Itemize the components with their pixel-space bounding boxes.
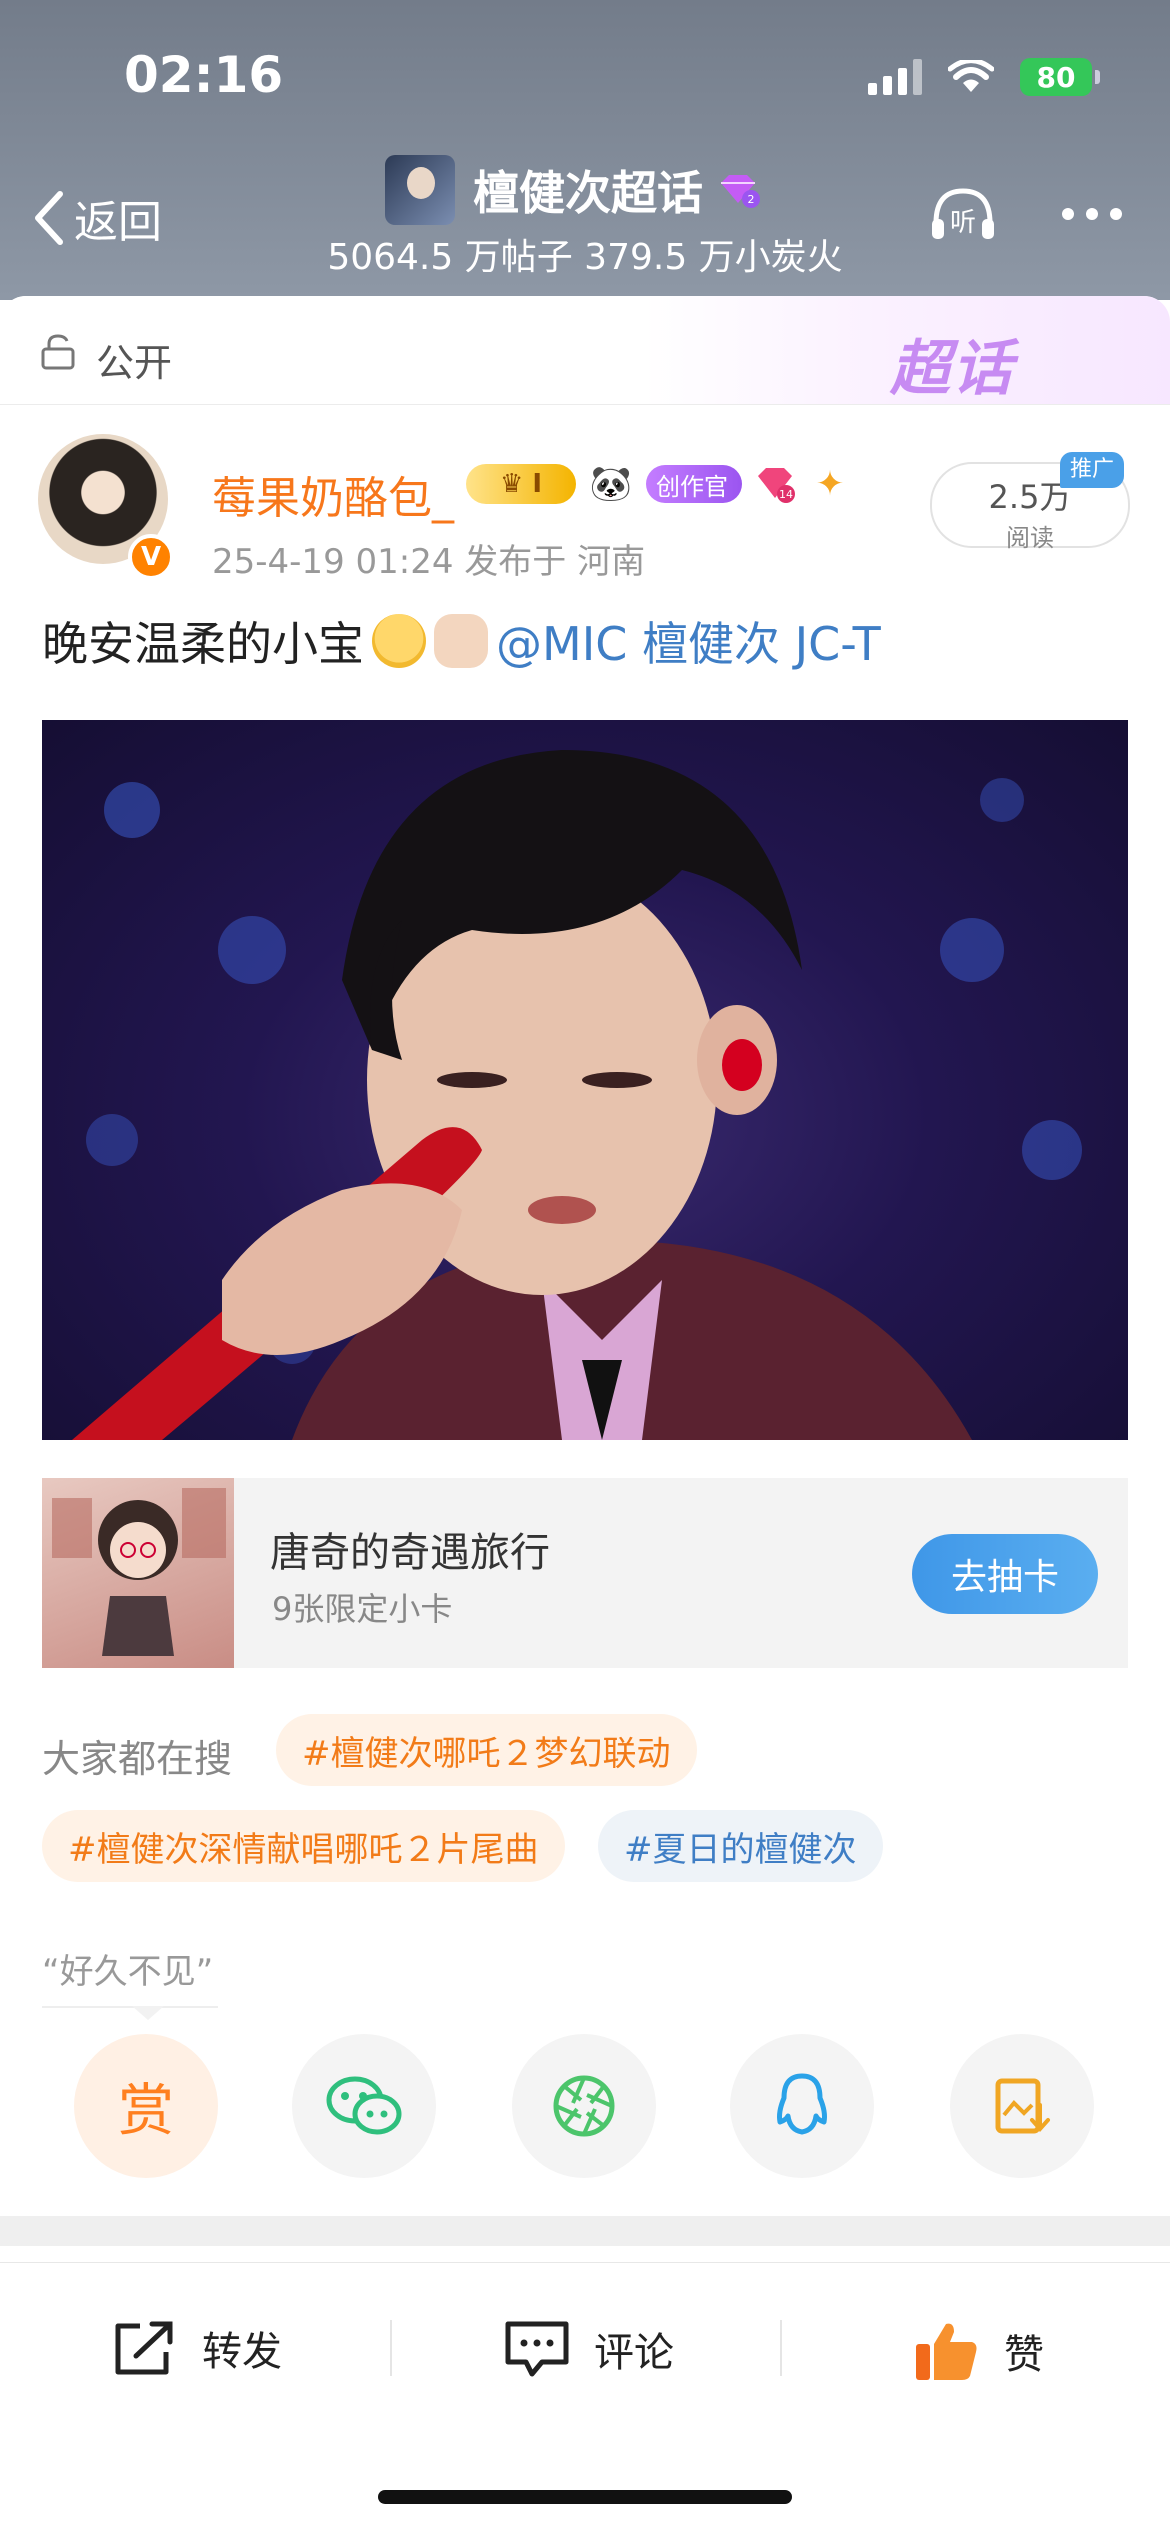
- creator-badge: 创作官: [646, 465, 742, 503]
- action-separator: [390, 2320, 392, 2376]
- search-tag[interactable]: #檀健次哪吒２梦幻联动: [276, 1714, 697, 1786]
- topic-title: 檀健次超话: [473, 166, 703, 220]
- home-indicator: [378, 2490, 792, 2504]
- topic-title-group[interactable]: 檀健次超话 2: [385, 155, 761, 225]
- like-button[interactable]: 赞: [912, 2318, 1044, 2384]
- thumbs-up-icon: [916, 2323, 977, 2380]
- quote-divider: [42, 2006, 218, 2008]
- action-separator: [780, 2320, 782, 2376]
- promo-tag: 推广: [1060, 452, 1125, 488]
- draw-card-button[interactable]: 去抽卡: [912, 1534, 1098, 1614]
- panda-icon: 🐼: [589, 464, 633, 504]
- mention-link[interactable]: @MIC 檀健次 JC-T: [496, 608, 881, 674]
- reward-quote: “好久不见”: [42, 1952, 214, 1992]
- search-tag[interactable]: #檀健次深情献唱哪吒２片尾曲: [42, 1810, 565, 1882]
- pleading-face-emoji-icon: [372, 614, 426, 668]
- share-moments-button[interactable]: [512, 2034, 656, 2178]
- battery-level: 80: [1020, 58, 1092, 96]
- read-label: 阅读: [1006, 524, 1054, 552]
- crown-member-badge: ♛ I: [466, 464, 576, 504]
- wifi-icon: [948, 60, 994, 92]
- unlock-icon: [41, 334, 75, 370]
- share-qq-button[interactable]: [730, 2034, 874, 2178]
- promo-thumbnail: [42, 1478, 234, 1668]
- more-menu-button[interactable]: [1062, 208, 1122, 220]
- creator-label: 创作官: [656, 472, 728, 501]
- reward-label: 赏: [118, 2078, 174, 2144]
- search-tag[interactable]: #夏日的檀健次: [598, 1810, 883, 1882]
- quote-pointer: [132, 2006, 164, 2020]
- aperture-moments-icon: [553, 2075, 615, 2137]
- topic-avatar: [385, 155, 455, 225]
- listen-headphones-icon[interactable]: 听: [928, 183, 998, 243]
- battery-icon: 80: [1020, 58, 1100, 96]
- repost-label: 转发: [202, 2329, 282, 2375]
- butterfly-icon: ✦: [815, 464, 845, 504]
- repost-button[interactable]: 转发: [110, 2318, 282, 2378]
- reward-button[interactable]: 赏: [74, 2034, 218, 2178]
- qq-penguin-icon: [777, 2073, 827, 2135]
- listen-label: 听: [950, 208, 976, 238]
- like-label: 赞: [1004, 2332, 1044, 2378]
- comment-icon: [505, 2321, 569, 2377]
- comment-button[interactable]: 评论: [502, 2318, 674, 2380]
- status-time: 02:16: [124, 46, 284, 104]
- gem-level-icon: 14: [758, 468, 795, 503]
- section-divider: [0, 2216, 1170, 2246]
- trending-search-label: 大家都在搜: [42, 1737, 233, 1781]
- wechat-icon: [326, 2076, 402, 2135]
- svg-text:2: 2: [748, 193, 755, 206]
- post-photo[interactable]: [42, 720, 1128, 1440]
- raised-hands-emoji-icon: [434, 614, 488, 668]
- promo-subtitle: 9张限定小卡: [272, 1590, 453, 1628]
- post-text: 晚安温柔的小宝 @MIC 檀健次 JC-T: [42, 608, 881, 674]
- diamond-badge-icon: 2: [721, 175, 760, 208]
- promo-title: 唐奇的奇遇旅行: [270, 1530, 550, 1576]
- username[interactable]: 莓果奶酪包_: [212, 462, 454, 526]
- share-wechat-button[interactable]: [292, 2034, 436, 2178]
- verified-v-icon: V: [128, 534, 174, 580]
- repost-icon: [115, 2321, 173, 2375]
- status-icons: 80: [868, 58, 1100, 96]
- visibility-label: 公开: [96, 341, 173, 385]
- save-image-button[interactable]: [950, 2034, 1094, 2178]
- post-meta: 25-4-19 01:24 发布于 河南: [212, 542, 646, 582]
- chaohua-logo: 超话: [890, 334, 1014, 404]
- comment-label: 评论: [594, 2330, 674, 2376]
- post-body: 晚安温柔的小宝: [42, 617, 364, 671]
- singer-photo-illustration: [72, 750, 1082, 1440]
- crown-level: I: [532, 469, 543, 499]
- gem-level: 14: [779, 488, 793, 501]
- user-badges: ♛ I 🐼 创作官 14 ✦: [466, 464, 850, 504]
- save-image-icon: [995, 2078, 1050, 2134]
- chibi-illustration: [52, 1488, 226, 1656]
- cellular-signal-icon: [868, 59, 922, 95]
